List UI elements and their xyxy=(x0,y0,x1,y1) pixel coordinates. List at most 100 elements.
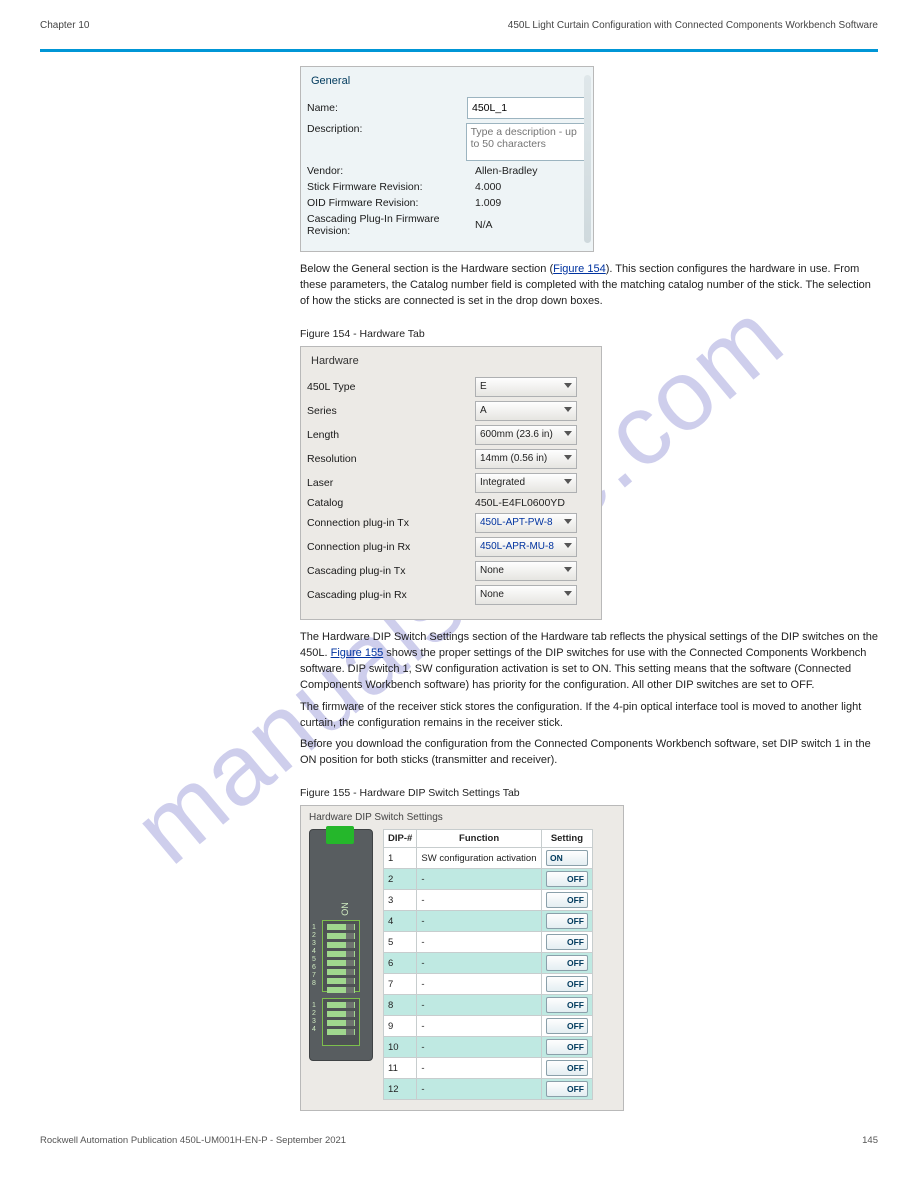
dip-col-num: DIP-# xyxy=(384,830,417,848)
dip-number: 10 xyxy=(384,1037,417,1058)
dip-function: - xyxy=(417,869,541,890)
dip-toggle[interactable]: OFF xyxy=(546,934,588,950)
scrollbar[interactable] xyxy=(584,75,591,243)
dip-number: 9 xyxy=(384,1016,417,1037)
chevron-down-icon xyxy=(564,519,572,527)
figure-154-caption: Figure 154 - Hardware Tab xyxy=(300,328,878,340)
connection-plug-in-rx-select[interactable]: 450L-APR-MU-8 xyxy=(475,537,577,557)
chevron-down-icon xyxy=(564,383,572,391)
dip-number: 8 xyxy=(384,995,417,1016)
dip-row: 4-OFF xyxy=(384,911,593,932)
header-chapter: Chapter 10 xyxy=(40,20,89,31)
dip-function: - xyxy=(417,953,541,974)
dip-bank-2-numbers: 1234 xyxy=(312,1002,316,1034)
field-label: Vendor: xyxy=(307,165,475,177)
hardware-group-label: Hardware xyxy=(307,351,595,373)
description-input[interactable] xyxy=(466,123,587,161)
dip-number: 1 xyxy=(384,848,417,869)
footer-publication: Rockwell Automation Publication 450L-UM0… xyxy=(40,1135,346,1146)
field-value: Allen-Bradley xyxy=(475,165,537,177)
field-label: Cascading Plug-In Firmware Revision: xyxy=(307,213,475,237)
name-input[interactable] xyxy=(467,97,587,119)
dip-row: 7-OFF xyxy=(384,974,593,995)
dip-row: 8-OFF xyxy=(384,995,593,1016)
dip-toggle[interactable]: OFF xyxy=(546,955,588,971)
450l-type-select[interactable]: E xyxy=(475,377,577,397)
header-rule xyxy=(40,49,878,52)
field-label: OID Firmware Revision: xyxy=(307,197,475,209)
chevron-down-icon xyxy=(564,479,572,487)
hardware-field-label: Catalog xyxy=(307,497,475,509)
dip-toggle[interactable]: OFF xyxy=(546,1018,588,1034)
hardware-field-label: 450L Type xyxy=(307,381,475,393)
general-group-label: General xyxy=(307,71,587,93)
field-value: 4.000 xyxy=(475,181,501,193)
dip-col-setting: Setting xyxy=(541,830,592,848)
dip-toggle[interactable]: OFF xyxy=(546,1081,588,1097)
p1a: Below the General section is the Hardwar… xyxy=(300,263,553,275)
dip-number: 3 xyxy=(384,890,417,911)
laser-select[interactable]: Integrated xyxy=(475,473,577,493)
cascading-plug-in-rx-select[interactable]: None xyxy=(475,585,577,605)
dip-toggle[interactable]: OFF xyxy=(546,892,588,908)
dip-function: - xyxy=(417,1016,541,1037)
dip-row: 1SW configuration activationON xyxy=(384,848,593,869)
page-header: Chapter 10 450L Light Curtain Configurat… xyxy=(40,20,878,31)
dip-number: 7 xyxy=(384,974,417,995)
dip-function: - xyxy=(417,932,541,953)
dip-row: 9-OFF xyxy=(384,1016,593,1037)
dip-toggle[interactable]: OFF xyxy=(546,1039,588,1055)
dip-function: - xyxy=(417,1037,541,1058)
chevron-down-icon xyxy=(564,407,572,415)
dip-row: 2-OFF xyxy=(384,869,593,890)
length-select[interactable]: 600mm (23.6 in) xyxy=(475,425,577,445)
dip-toggle[interactable]: ON xyxy=(546,850,588,866)
dip-function: - xyxy=(417,911,541,932)
name-label: Name: xyxy=(307,102,467,114)
field-label: Stick Firmware Revision: xyxy=(307,181,475,193)
dip-switch-panel: Hardware DIP Switch Settings ON 12345678… xyxy=(300,805,624,1111)
header-title: 450L Light Curtain Configuration with Co… xyxy=(508,20,878,31)
dip-number: 12 xyxy=(384,1079,417,1100)
device-illustration: ON 12345678 1234 xyxy=(309,829,373,1061)
dip-number: 5 xyxy=(384,932,417,953)
series-select[interactable]: A xyxy=(475,401,577,421)
chevron-down-icon xyxy=(564,591,572,599)
page-footer: Rockwell Automation Publication 450L-UM0… xyxy=(40,1135,878,1146)
catalog-value: 450L-E4FL0600YD xyxy=(475,497,565,509)
connection-plug-in-tx-select[interactable]: 450L-APT-PW-8 xyxy=(475,513,577,533)
dip-col-function: Function xyxy=(417,830,541,848)
hardware-intro-paragraph: Below the General section is the Hardwar… xyxy=(300,262,878,310)
dip-row: 6-OFF xyxy=(384,953,593,974)
cascading-plug-in-tx-select[interactable]: None xyxy=(475,561,577,581)
dip-number: 2 xyxy=(384,869,417,890)
dip-toggle[interactable]: OFF xyxy=(546,913,588,929)
dip-toggle[interactable]: OFF xyxy=(546,976,588,992)
resolution-select[interactable]: 14mm (0.56 in) xyxy=(475,449,577,469)
figure-154-link[interactable]: Figure 154 xyxy=(553,263,606,275)
hardware-field-label: Resolution xyxy=(307,453,475,465)
dip-bank-2 xyxy=(322,998,360,1046)
dip-intro-paragraph: The Hardware DIP Switch Settings section… xyxy=(300,630,878,694)
dip-toggle[interactable]: OFF xyxy=(546,1060,588,1076)
chevron-down-icon xyxy=(564,567,572,575)
hardware-field-label: Laser xyxy=(307,477,475,489)
dip-toggle[interactable]: OFF xyxy=(546,997,588,1013)
chevron-down-icon xyxy=(564,543,572,551)
dip-row: 3-OFF xyxy=(384,890,593,911)
footer-page-number: 145 xyxy=(862,1135,878,1146)
field-value: 1.009 xyxy=(475,197,501,209)
dip-row: 11-OFF xyxy=(384,1058,593,1079)
hardware-field-label: Series xyxy=(307,405,475,417)
field-value: N/A xyxy=(475,219,493,231)
dip-function: - xyxy=(417,1079,541,1100)
hardware-field-label: Connection plug-in Rx xyxy=(307,541,475,553)
dip-number: 6 xyxy=(384,953,417,974)
device-connector-icon xyxy=(326,826,354,844)
dip-switch-table: DIP-# Function Setting 1SW configuration… xyxy=(383,829,593,1100)
dip-row: 10-OFF xyxy=(384,1037,593,1058)
dip-function: - xyxy=(417,890,541,911)
dip-toggle[interactable]: OFF xyxy=(546,871,588,887)
figure-155-link[interactable]: Figure 155 xyxy=(331,647,384,659)
dip-number: 4 xyxy=(384,911,417,932)
